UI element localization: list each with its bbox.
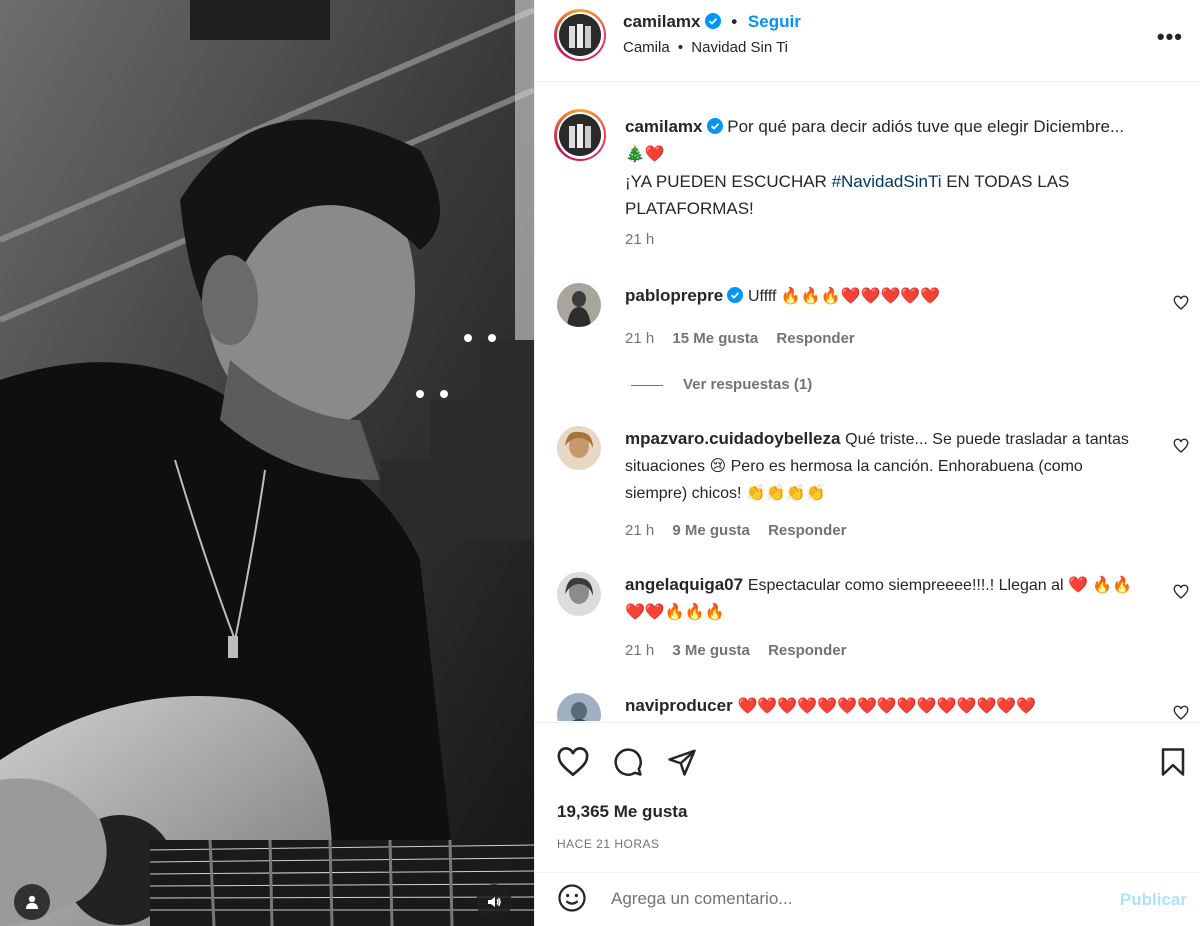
caption-username[interactable]: camilamx xyxy=(625,117,703,136)
comment-time[interactable]: 21 h xyxy=(625,330,654,347)
post-panel: camilamx • Seguir Camila • Navidad Sin T… xyxy=(534,0,1200,926)
tagged-users-button[interactable] xyxy=(14,884,50,920)
commenter-username[interactable]: angelaquiga07 xyxy=(625,575,743,594)
comment-likes[interactable]: 15 Me gusta xyxy=(672,330,758,347)
caption-avatar[interactable] xyxy=(554,109,606,161)
author-avatar[interactable] xyxy=(554,9,606,61)
bookmark-icon[interactable] xyxy=(1159,747,1187,777)
caption-hashtag[interactable]: #NavidadSinTi xyxy=(832,172,942,191)
audio-song[interactable]: Navidad Sin Ti xyxy=(691,39,788,56)
caption-time[interactable]: 21 h xyxy=(625,231,654,248)
post-caption: camilamx Por qué para decir adiós tuve q… xyxy=(625,113,1145,222)
comment-time[interactable]: 21 h xyxy=(625,522,654,539)
caption-emojis: 🎄❤️ xyxy=(625,146,665,163)
comment-icon[interactable] xyxy=(612,747,644,777)
speaker-icon xyxy=(488,897,501,907)
comment-time[interactable]: 21 h xyxy=(625,642,654,659)
comment-like-heart-icon[interactable] xyxy=(1173,705,1189,721)
view-replies-button[interactable]: Ver respuestas (1) xyxy=(631,376,812,393)
post-actions: 19,365 Me gusta HACE 21 HORAS xyxy=(535,722,1200,872)
commenter-avatar[interactable] xyxy=(557,693,601,721)
audio-artist[interactable]: Camila xyxy=(623,39,670,56)
comment-likes[interactable]: 9 Me gusta xyxy=(672,522,750,539)
follow-button[interactable]: Seguir xyxy=(748,12,801,31)
likes-count[interactable]: 19,365 Me gusta xyxy=(557,802,687,822)
verified-badge-icon xyxy=(704,13,721,29)
verified-badge-icon xyxy=(727,287,744,303)
reply-button[interactable]: Responder xyxy=(768,642,846,659)
comment-text: pabloprepre Uffff 🔥🔥🔥❤️❤️❤️❤️❤️ xyxy=(625,283,1145,310)
header-user-row: camilamx • Seguir xyxy=(623,12,801,32)
mute-toggle-button[interactable] xyxy=(476,884,512,920)
reply-button[interactable]: Responder xyxy=(768,522,846,539)
comment-like-heart-icon[interactable] xyxy=(1173,438,1189,454)
caption-text-1: Por qué para decir adiós tuve que elegir… xyxy=(727,117,1125,136)
commenter-avatar[interactable] xyxy=(557,572,601,616)
heart-icon[interactable] xyxy=(557,747,589,777)
verified-badge-icon xyxy=(706,118,723,134)
separator-dot: • xyxy=(731,12,738,31)
emoji-icon[interactable] xyxy=(557,883,587,913)
caption-text-2: ¡YA PUEDEN ESCUCHAR xyxy=(625,172,832,191)
comment-like-heart-icon[interactable] xyxy=(1173,295,1189,311)
comment-input[interactable]: Agrega un comentario... xyxy=(611,889,792,909)
view-replies-label[interactable]: Ver respuestas (1) xyxy=(683,376,812,393)
publish-button[interactable]: Publicar xyxy=(1120,890,1187,910)
commenter-username[interactable]: naviproducer xyxy=(625,696,733,715)
commenter-avatar[interactable] xyxy=(557,426,601,470)
comments-section[interactable]: camilamx Por qué para decir adiós tuve q… xyxy=(535,83,1200,721)
comment-text: angelaquiga07 Espectacular como siempree… xyxy=(625,572,1145,626)
post-photo xyxy=(0,0,534,926)
comment-text: mpazvaro.cuidadoybelleza Qué triste... S… xyxy=(625,426,1145,507)
post-media[interactable] xyxy=(0,0,534,926)
reply-button[interactable]: Responder xyxy=(776,330,854,347)
add-comment-bar: Agrega un comentario... Publicar xyxy=(535,872,1200,926)
user-icon xyxy=(26,895,38,909)
comment-meta: 21 h 9 Me gusta Responder xyxy=(625,522,860,539)
commenter-avatar[interactable] xyxy=(557,283,601,327)
comment-body: ❤️❤️❤️❤️❤️❤️❤️❤️❤️❤️❤️❤️❤️❤️❤️ xyxy=(737,698,1037,715)
commenter-username[interactable]: pabloprepre xyxy=(625,286,723,305)
replies-divider xyxy=(631,384,663,386)
comment-likes[interactable]: 3 Me gusta xyxy=(672,642,750,659)
audio-separator: • xyxy=(677,39,684,56)
author-username[interactable]: camilamx xyxy=(623,12,701,31)
comment-meta: 21 h 3 Me gusta Responder xyxy=(625,642,860,659)
audio-info[interactable]: Camila • Navidad Sin Ti xyxy=(623,39,788,56)
post-header: camilamx • Seguir Camila • Navidad Sin T… xyxy=(535,0,1200,82)
more-options-button[interactable]: ••• xyxy=(1157,24,1183,50)
commenter-username[interactable]: mpazvaro.cuidadoybelleza xyxy=(625,429,840,448)
share-icon[interactable] xyxy=(667,747,697,777)
comment-meta: 21 h 15 Me gusta Responder xyxy=(625,330,869,347)
comment-body: Uffff 🔥🔥🔥❤️❤️❤️❤️❤️ xyxy=(747,288,941,305)
post-timestamp[interactable]: HACE 21 HORAS xyxy=(557,837,660,851)
comment-text: naviproducer ❤️❤️❤️❤️❤️❤️❤️❤️❤️❤️❤️❤️❤️❤… xyxy=(625,693,1145,720)
comment-like-heart-icon[interactable] xyxy=(1173,584,1189,600)
